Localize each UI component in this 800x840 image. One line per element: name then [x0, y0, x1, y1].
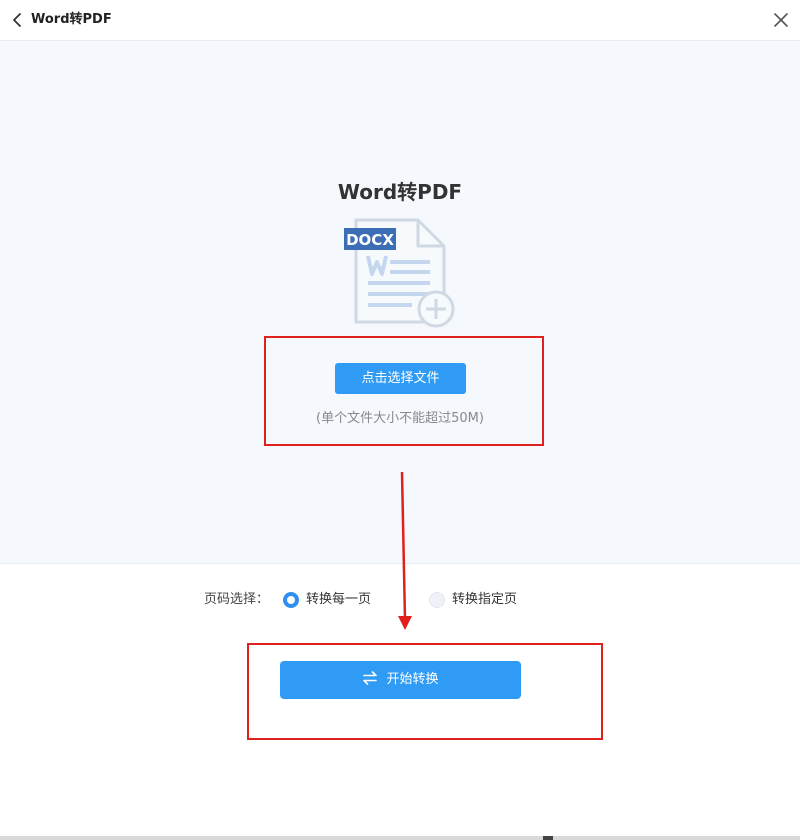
- radio-convert-specified-pages[interactable]: [429, 592, 445, 608]
- app-window: Word转PDF Word转PDF DOCX 点击选择文件 (单个文件大小不能超…: [0, 0, 800, 840]
- file-size-hint: (单个文件大小不能超过50M): [316, 411, 484, 426]
- upload-drop-area[interactable]: Word转PDF DOCX 点击选择文件 (单个文件大小不能超过50M): [0, 41, 800, 564]
- page-selection-label: 页码选择：: [204, 592, 270, 607]
- bottom-edge: [0, 836, 800, 840]
- select-file-button[interactable]: 点击选择文件: [335, 363, 466, 394]
- radio-label-convert-all-pages[interactable]: 转换每一页: [306, 591, 371, 609]
- page-heading: Word转PDF: [337, 180, 463, 204]
- radio-convert-all-pages[interactable]: [283, 592, 299, 608]
- scrollbar-thumb[interactable]: [543, 836, 553, 840]
- window-title: Word转PDF: [31, 12, 112, 27]
- close-icon[interactable]: [772, 11, 790, 29]
- docx-badge-label: DOCX: [346, 231, 394, 249]
- chevron-left-icon[interactable]: [9, 11, 27, 29]
- docx-document-add-icon[interactable]: DOCX: [342, 216, 460, 330]
- radio-label-convert-specified-pages[interactable]: 转换指定页: [452, 591, 517, 609]
- swap-arrows-icon: [363, 671, 378, 685]
- start-convert-button[interactable]: 开始转换: [280, 661, 521, 699]
- title-bar: Word转PDF: [0, 0, 800, 41]
- start-convert-label: 开始转换: [386, 672, 439, 687]
